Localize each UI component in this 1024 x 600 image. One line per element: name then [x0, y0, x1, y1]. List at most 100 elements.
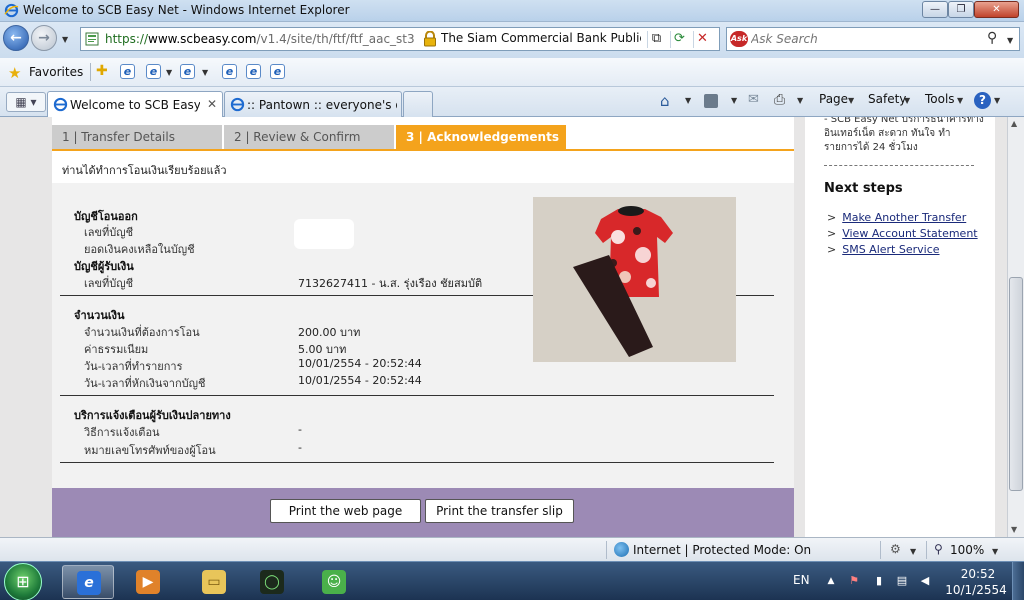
add-to-favorites-icon[interactable]: ✚ [96, 63, 108, 79]
progress-steps: 1 | Transfer Details 2 | Review & Confir… [52, 125, 794, 149]
volume-icon[interactable]: ◀ [918, 574, 932, 588]
chevron-down-icon[interactable]: ▼ [994, 96, 1000, 105]
sidebar-divider [824, 165, 974, 166]
section-divider [60, 395, 774, 396]
favorite-link-icon[interactable]: e [270, 64, 285, 79]
quick-tabs-button[interactable]: ▦ ▾ [6, 92, 46, 112]
refresh-icon[interactable]: ⟳ [670, 31, 688, 48]
chevron-down-icon[interactable]: ▼ [797, 96, 803, 105]
stop-icon[interactable]: ✕ [693, 31, 711, 48]
chevron-down-icon[interactable]: ▼ [848, 96, 854, 105]
favorites-star-icon[interactable]: ★ [8, 64, 21, 82]
search-input[interactable] [751, 31, 981, 47]
battery-icon[interactable]: ▮ [872, 574, 886, 588]
sender-phone-label: หมายเลขโทรศัพท์ของผู้โอน [84, 444, 216, 457]
chevron-down-icon[interactable]: ▼ [731, 96, 737, 105]
taskbar-internet-explorer[interactable]: e [62, 565, 114, 599]
page-menu[interactable]: Page [819, 92, 848, 106]
show-desktop-button[interactable] [1012, 562, 1024, 600]
sms-alert-service-link[interactable]: > SMS Alert Service [827, 243, 940, 256]
chevron-right-icon: > [827, 211, 837, 224]
print-transfer-slip-button[interactable]: Print the transfer slip [425, 499, 574, 523]
favorite-link-icon[interactable]: e [146, 64, 161, 79]
recent-pages-chevron-icon[interactable]: ▼ [62, 35, 68, 44]
media-player-icon: ▶ [136, 570, 160, 594]
tab-pantown[interactable]: :: Pantown :: everyone's on... [224, 91, 402, 117]
new-tab-button[interactable] [403, 91, 433, 117]
taskbar-file-explorer[interactable]: ▭ [188, 565, 240, 599]
favorite-link-icon[interactable]: e [180, 64, 195, 79]
vertical-scrollbar[interactable]: ▲ ▼ [1007, 117, 1024, 537]
chevron-down-icon[interactable]: ▼ [957, 96, 963, 105]
arrow-right-icon: → [38, 30, 50, 46]
taskbar-media-player[interactable]: ▶ [122, 565, 174, 599]
help-icon[interactable]: ? [974, 92, 991, 109]
clock-date[interactable]: 10/1/2554 [944, 583, 1008, 597]
security-zone[interactable]: Internet | Protected Mode: On [633, 543, 811, 557]
chevron-down-icon[interactable]: ▼ [904, 96, 910, 105]
status-bar: Internet | Protected Mode: On ⚙ ▼ ⚲ 100%… [0, 537, 1024, 561]
minimize-button[interactable]: — [922, 1, 948, 18]
zoom-icon[interactable]: ⚲ [934, 542, 943, 556]
search-icon[interactable]: ⚲ [987, 30, 997, 46]
address-bar[interactable]: https://www.scbeasy.com/v1.4/site/th/ftf… [80, 27, 720, 51]
favorite-link-icon[interactable]: e [246, 64, 261, 79]
clock-time[interactable]: 20:52 [958, 567, 998, 581]
tab-label: :: Pantown :: everyone's on... [247, 98, 397, 112]
next-steps-title: Next steps [824, 181, 903, 196]
chevron-down-icon[interactable]: ▼ [992, 547, 998, 556]
right-sidebar: - SCB Easy Net บริการธนาคารทางอินเทอร์เน… [805, 117, 995, 537]
close-window-button[interactable]: ✕ [974, 1, 1019, 18]
input-language[interactable]: EN [793, 573, 810, 587]
scrollbar-thumb[interactable] [1009, 277, 1023, 491]
action-center-icon[interactable]: ⚑ [847, 574, 861, 588]
lock-icon[interactable] [423, 31, 437, 47]
chevron-down-icon[interactable]: ▼ [166, 68, 172, 77]
zoom-level[interactable]: 100% [950, 543, 984, 557]
favorite-link-icon[interactable]: e [222, 64, 237, 79]
print-icon[interactable]: ⎙ [774, 92, 790, 108]
scroll-up-icon[interactable]: ▲ [1011, 119, 1017, 128]
network-icon[interactable]: ▤ [895, 574, 909, 588]
mail-icon[interactable]: ✉ [748, 92, 764, 108]
back-button[interactable]: ← [3, 25, 29, 51]
protected-mode-icon[interactable]: ⚙ [890, 542, 901, 556]
taskbar-app[interactable]: ◯ [246, 565, 298, 599]
window-title-bar: Welcome to SCB Easy Net - Windows Intern… [0, 0, 1024, 22]
url-path: /v1.4/site/th/ftf/ftf_aac_st3.a: [256, 32, 415, 46]
home-icon[interactable]: ⌂ [660, 92, 676, 110]
print-web-page-button[interactable]: Print the web page [270, 499, 421, 523]
to-account-title: บัญชีผู้รับเงิน [74, 260, 134, 273]
search-options-chevron-icon[interactable]: ▼ [1007, 36, 1013, 45]
fee-label: ค่าธรรมเนียม [84, 343, 149, 356]
favorites-button[interactable]: Favorites [29, 65, 83, 79]
chevron-down-icon[interactable]: ▼ [910, 547, 916, 556]
scroll-down-icon[interactable]: ▼ [1011, 525, 1017, 534]
compatibility-view-icon[interactable]: ⧉ [647, 31, 665, 48]
ie-logo-icon [53, 97, 68, 112]
tab-scb-easy[interactable]: Welcome to SCB Easy ... ✕ [47, 91, 223, 117]
ie-logo-icon: e [77, 571, 101, 595]
chevron-down-icon[interactable]: ▼ [685, 96, 691, 105]
safety-menu[interactable]: Safety [868, 92, 906, 106]
search-box[interactable]: Ask ⚲ ▼ [726, 27, 1020, 51]
maximize-button[interactable]: ❐ [948, 1, 974, 18]
view-account-statement-link[interactable]: > View Account Statement [827, 227, 978, 240]
close-tab-icon[interactable]: ✕ [207, 97, 217, 111]
favorite-link-icon[interactable]: e [120, 64, 135, 79]
taskbar-messenger[interactable]: ☺ [308, 565, 360, 599]
step-review-confirm: 2 | Review & Confirm [224, 125, 394, 149]
feeds-icon[interactable] [704, 94, 718, 108]
make-another-transfer-link[interactable]: > Make Another Transfer [827, 211, 966, 224]
ie-logo-icon [230, 97, 245, 112]
start-button[interactable]: ⊞ [4, 563, 42, 600]
tools-menu[interactable]: Tools [925, 92, 955, 106]
folder-icon: ▭ [202, 570, 226, 594]
window-title: Welcome to SCB Easy Net - Windows Intern… [23, 3, 350, 17]
chevron-down-icon[interactable]: ▼ [202, 68, 208, 77]
app-ring-icon: ◯ [260, 570, 284, 594]
certificate-name[interactable]: The Siam Commercial Bank Public ... [441, 31, 641, 45]
forward-button[interactable]: → [31, 25, 57, 51]
show-hidden-icons-icon[interactable]: ▲ [824, 574, 838, 588]
transaction-time-value: 10/01/2554 - 20:52:44 [298, 357, 422, 370]
